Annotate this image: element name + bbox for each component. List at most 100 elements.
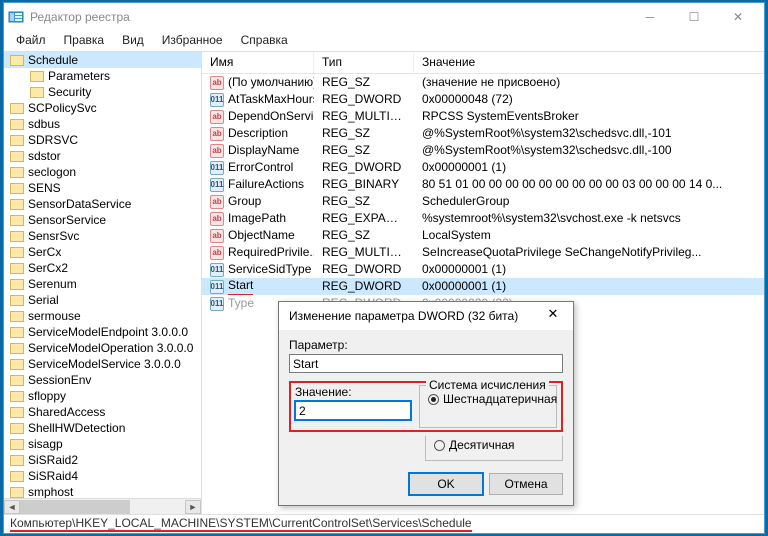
- tree-item[interactable]: Parameters: [4, 68, 201, 84]
- tree-item[interactable]: SDRSVC: [4, 132, 201, 148]
- tree-item[interactable]: Security: [4, 84, 201, 100]
- tree-item[interactable]: Serial: [4, 292, 201, 308]
- registry-row[interactable]: abRequiredPrivile...REG_MULTI_SZSeIncrea…: [202, 244, 764, 261]
- string-icon: ab: [210, 229, 224, 243]
- tree-item[interactable]: SessionEnv: [4, 372, 201, 388]
- folder-icon: [10, 151, 24, 162]
- registry-row[interactable]: abDependOnServiceREG_MULTI_SZRPCSS Syste…: [202, 108, 764, 125]
- col-value[interactable]: Значение: [414, 52, 764, 73]
- tree-item[interactable]: SENS: [4, 180, 201, 196]
- folder-icon: [10, 55, 24, 66]
- folder-icon: [10, 231, 24, 242]
- tree-item[interactable]: SensorDataService: [4, 196, 201, 212]
- scroll-right-icon[interactable]: ►: [185, 500, 201, 514]
- registry-row[interactable]: 011ErrorControlREG_DWORD0x00000001 (1): [202, 159, 764, 176]
- string-icon: ab: [210, 76, 224, 90]
- folder-icon: [10, 183, 24, 194]
- folder-icon: [10, 487, 24, 498]
- binary-icon: 011: [210, 263, 224, 277]
- folder-icon: [10, 471, 24, 482]
- menu-view[interactable]: Вид: [114, 31, 152, 51]
- folder-icon: [10, 247, 24, 258]
- folder-icon: [10, 343, 24, 354]
- folder-icon: [10, 327, 24, 338]
- registry-row[interactable]: 011StartREG_DWORD0x00000001 (1): [202, 278, 764, 295]
- tree-item[interactable]: sisagp: [4, 436, 201, 452]
- menu-edit[interactable]: Правка: [56, 31, 113, 51]
- tree-item[interactable]: Schedule: [4, 52, 201, 68]
- radio-dec[interactable]: Десятичная: [434, 436, 554, 454]
- binary-icon: 011: [210, 178, 224, 192]
- tree-item[interactable]: SiSRaid4: [4, 468, 201, 484]
- tree-item[interactable]: sdbus: [4, 116, 201, 132]
- binary-icon: 011: [210, 297, 224, 311]
- tree-item[interactable]: SiSRaid2: [4, 452, 201, 468]
- folder-icon: [10, 423, 24, 434]
- value-highlight: Значение: Система исчисления Шестнадцате…: [289, 381, 563, 432]
- dialog-close-button[interactable]: ✕: [539, 306, 567, 326]
- tree-hscrollbar[interactable]: ◄ ►: [4, 498, 201, 514]
- radio-icon: [428, 394, 439, 405]
- tree-item[interactable]: SerCx: [4, 244, 201, 260]
- registry-row[interactable]: 011FailureActionsREG_BINARY80 51 01 00 0…: [202, 176, 764, 193]
- col-type[interactable]: Тип: [314, 52, 414, 73]
- folder-icon: [10, 215, 24, 226]
- minimize-button[interactable]: ─: [628, 4, 672, 30]
- value-input[interactable]: [295, 401, 411, 420]
- folder-icon: [10, 439, 24, 450]
- string-icon: ab: [210, 246, 224, 260]
- registry-row[interactable]: 011ServiceSidTypeREG_DWORD0x00000001 (1): [202, 261, 764, 278]
- titlebar: Редактор реестра ─ ☐ ✕: [4, 3, 764, 31]
- tree-item[interactable]: sfloppy: [4, 388, 201, 404]
- tree-item[interactable]: sermouse: [4, 308, 201, 324]
- base-group-ext: Десятичная: [425, 436, 563, 461]
- close-button[interactable]: ✕: [716, 4, 760, 30]
- statusbar: Компьютер\HKEY_LOCAL_MACHINE\SYSTEM\Curr…: [4, 514, 764, 533]
- ok-button[interactable]: OK: [409, 473, 483, 495]
- registry-row[interactable]: 011AtTaskMaxHoursREG_DWORD0x00000048 (72…: [202, 91, 764, 108]
- scroll-thumb[interactable]: [20, 500, 130, 514]
- tree-item[interactable]: SensorService: [4, 212, 201, 228]
- tree-item[interactable]: Serenum: [4, 276, 201, 292]
- registry-row[interactable]: abObjectNameREG_SZLocalSystem: [202, 227, 764, 244]
- folder-icon: [10, 295, 24, 306]
- scroll-left-icon[interactable]: ◄: [4, 500, 20, 514]
- registry-row[interactable]: abDisplayNameREG_SZ@%SystemRoot%\system3…: [202, 142, 764, 159]
- registry-row[interactable]: ab(По умолчанию)REG_SZ(значение не присв…: [202, 74, 764, 91]
- folder-icon: [10, 199, 24, 210]
- folder-icon: [30, 71, 44, 82]
- menu-help[interactable]: Справка: [233, 31, 296, 51]
- radio-hex[interactable]: Шестнадцатеричная: [428, 390, 548, 408]
- string-icon: ab: [210, 144, 224, 158]
- folder-icon: [30, 87, 44, 98]
- tree-pane: ScheduleParametersSecuritySCPolicySvcsdb…: [4, 52, 202, 514]
- tree-item[interactable]: ServiceModelEndpoint 3.0.0.0: [4, 324, 201, 340]
- string-icon: ab: [210, 110, 224, 124]
- window-controls: ─ ☐ ✕: [628, 4, 760, 30]
- registry-row[interactable]: abDescriptionREG_SZ@%SystemRoot%\system3…: [202, 125, 764, 142]
- param-input[interactable]: [289, 354, 563, 373]
- tree-item[interactable]: SCPolicySvc: [4, 100, 201, 116]
- tree-item[interactable]: SharedAccess: [4, 404, 201, 420]
- maximize-button[interactable]: ☐: [672, 4, 716, 30]
- cancel-button[interactable]: Отмена: [489, 473, 563, 495]
- tree-item[interactable]: SensrSvc: [4, 228, 201, 244]
- menu-file[interactable]: Файл: [8, 31, 54, 51]
- tree-item[interactable]: smphost: [4, 484, 201, 498]
- registry-row[interactable]: abGroupREG_SZSchedulerGroup: [202, 193, 764, 210]
- tree-item[interactable]: ShellHWDetection: [4, 420, 201, 436]
- tree-item[interactable]: seclogon: [4, 164, 201, 180]
- tree-item[interactable]: ServiceModelOperation 3.0.0.0: [4, 340, 201, 356]
- tree-item[interactable]: sdstor: [4, 148, 201, 164]
- registry-row[interactable]: abImagePathREG_EXPAND_SZ%systemroot%\sys…: [202, 210, 764, 227]
- edit-dword-dialog: Изменение параметра DWORD (32 бита) ✕ Па…: [278, 301, 574, 506]
- folder-icon: [10, 279, 24, 290]
- folder-icon: [10, 167, 24, 178]
- menu-favorites[interactable]: Избранное: [154, 31, 231, 51]
- col-name[interactable]: Имя: [202, 52, 314, 73]
- dialog-titlebar: Изменение параметра DWORD (32 бита) ✕: [279, 302, 573, 330]
- value-label: Значение:: [295, 385, 411, 399]
- tree-item[interactable]: SerCx2: [4, 260, 201, 276]
- base-group-label: Система исчисления: [426, 378, 549, 392]
- tree-item[interactable]: ServiceModelService 3.0.0.0: [4, 356, 201, 372]
